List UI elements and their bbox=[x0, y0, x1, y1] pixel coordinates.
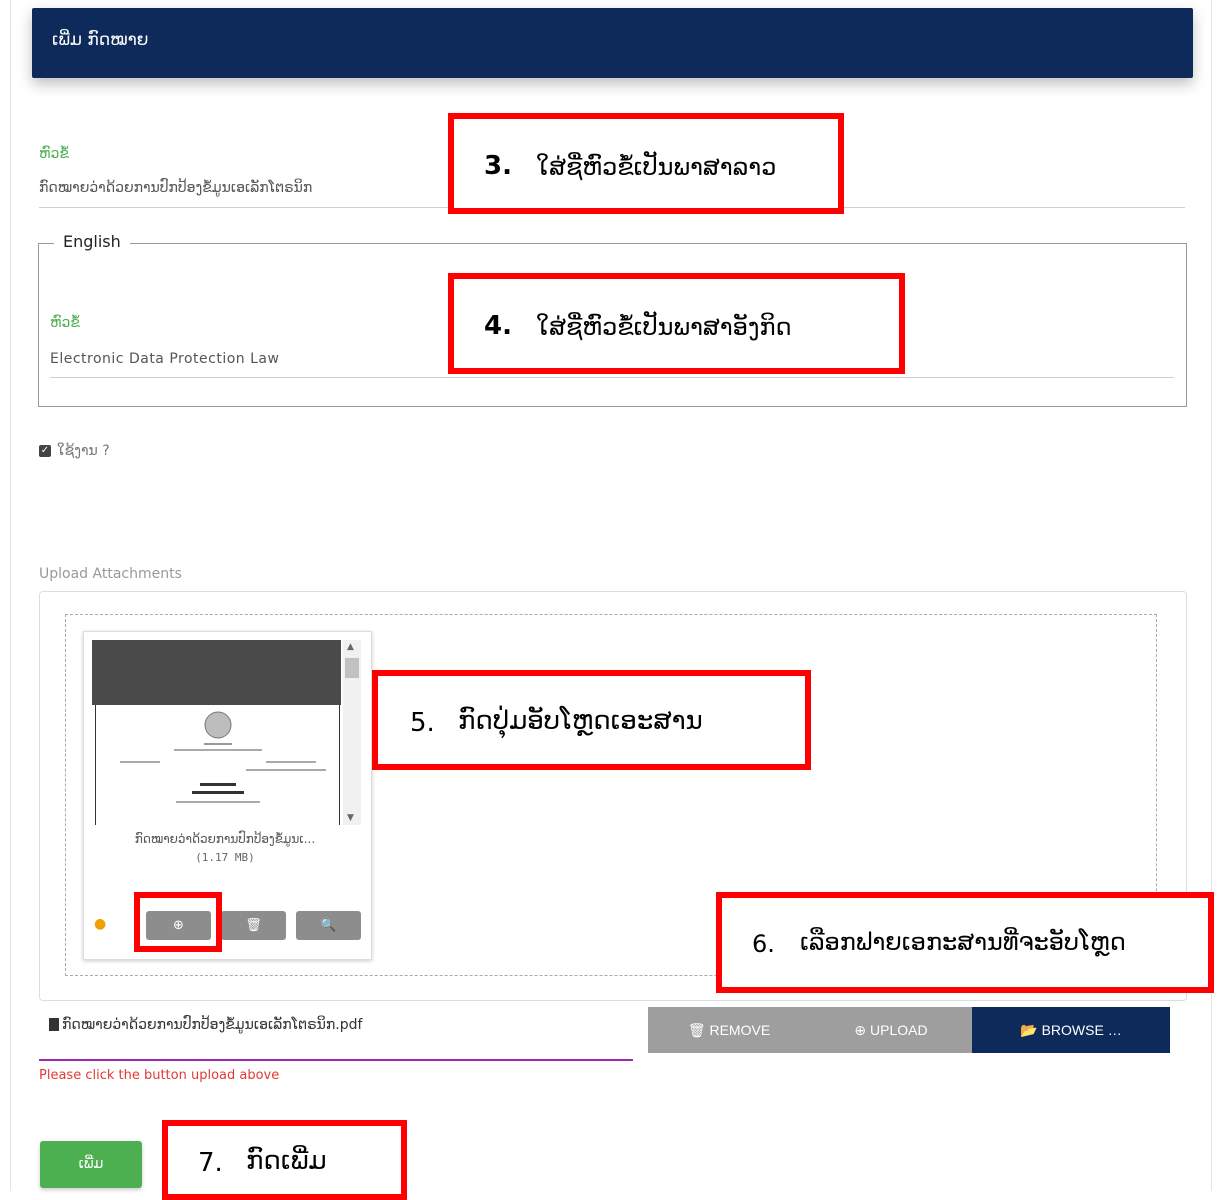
thumbnail-delete-button[interactable]: 🗑 bbox=[221, 911, 286, 940]
scroll-up-icon[interactable]: ▲ bbox=[347, 642, 354, 652]
upload-circle-icon: ⊕ bbox=[854, 1022, 867, 1038]
selected-filename: ກົດໝາຍວ່າດ້ວຍການປົກປ້ອງຂໍ້ມູນເອເລັກໂຕຣນິ… bbox=[62, 1017, 363, 1033]
upload-button[interactable]: ⊕ UPLOAD bbox=[810, 1007, 972, 1053]
browse-button[interactable]: 📂 BROWSE … bbox=[972, 1007, 1170, 1053]
scroll-down-icon[interactable]: ▼ bbox=[347, 813, 354, 823]
active-label: ໃຊ້ງານ ? bbox=[57, 443, 110, 459]
pdf-page-content bbox=[120, 711, 326, 803]
annotation-6: 6. ເລືອກຟາຍເອກະສານທີ່ຈະອັບໂຫຼດ bbox=[716, 892, 1214, 993]
english-legend: English bbox=[54, 232, 130, 251]
title-field-label: ຫົວຂໍ້ bbox=[39, 146, 69, 162]
upload-attachments-label: Upload Attachments bbox=[39, 566, 182, 582]
thumbnail-filename: ກົດໝາຍວ່າດ້ວຍການປົກປ້ອງຂໍ້ມູນເ... bbox=[134, 832, 316, 846]
page-title: ເພີ່ມ ກົດໝາຍ bbox=[52, 30, 149, 50]
thumbnail-filesize: (1.17 MB) bbox=[195, 851, 255, 864]
annotation-5-highlight bbox=[134, 892, 222, 952]
file-icon bbox=[49, 1018, 59, 1031]
trash-icon: 🗑 bbox=[687, 1022, 706, 1038]
preview-scrollbar[interactable]: ▲ ▼ bbox=[343, 640, 361, 825]
thumbnail-zoom-button[interactable]: 🔍 bbox=[296, 911, 361, 940]
english-title-underline bbox=[50, 377, 1174, 378]
add-submit-button[interactable]: ເພີ່ມ bbox=[40, 1141, 142, 1188]
remove-button[interactable]: 🗑 REMOVE bbox=[648, 1007, 810, 1053]
annotation-5: 5. ກົດປຸ່ມອັບໂຫຼດເອະສານ bbox=[372, 670, 811, 770]
selected-file-field[interactable]: ກົດໝາຍວ່າດ້ວຍການປົກປ້ອງຂໍ້ມູນເອເລັກໂຕຣນິ… bbox=[39, 1014, 633, 1061]
title-field-input[interactable]: ກົດໝາຍວ່າດ້ວຍການປົກປ້ອງຂໍ້ມູນເອເລັກໂຕຣນິ… bbox=[39, 180, 312, 196]
form-header: ເພີ່ມ ກົດໝາຍ bbox=[32, 8, 1193, 78]
pending-status-icon: ● bbox=[94, 916, 107, 932]
annotation-7: 7. ກົດເພີ່ມ bbox=[162, 1120, 407, 1200]
zoom-icon: 🔍 bbox=[320, 918, 337, 933]
annotation-3: 3. ໃສ່ຊື່ຫົວຂໍ້ເປັນພາສາລາວ bbox=[448, 113, 844, 214]
folder-open-icon: 📂 bbox=[1020, 1022, 1038, 1038]
annotation-4: 4. ໃສ່ຊື່ຫົວຂໍ້ເປັນພາສາອັງກິດ bbox=[448, 273, 905, 374]
english-title-label: ຫົວຂໍ້ bbox=[50, 315, 80, 331]
pdf-preview-toolbar bbox=[92, 640, 341, 705]
checkbox-checked-icon[interactable]: ✓ bbox=[39, 445, 51, 457]
trash-icon: 🗑 bbox=[245, 918, 262, 933]
active-checkbox[interactable]: ✓ ໃຊ້ງານ ? bbox=[39, 443, 110, 459]
pdf-page bbox=[95, 705, 340, 825]
scroll-thumb[interactable] bbox=[345, 658, 359, 678]
pdf-preview bbox=[92, 640, 341, 825]
upload-hint: Please click the button upload above bbox=[39, 1068, 280, 1083]
english-title-input[interactable]: Electronic Data Protection Law bbox=[50, 351, 279, 367]
